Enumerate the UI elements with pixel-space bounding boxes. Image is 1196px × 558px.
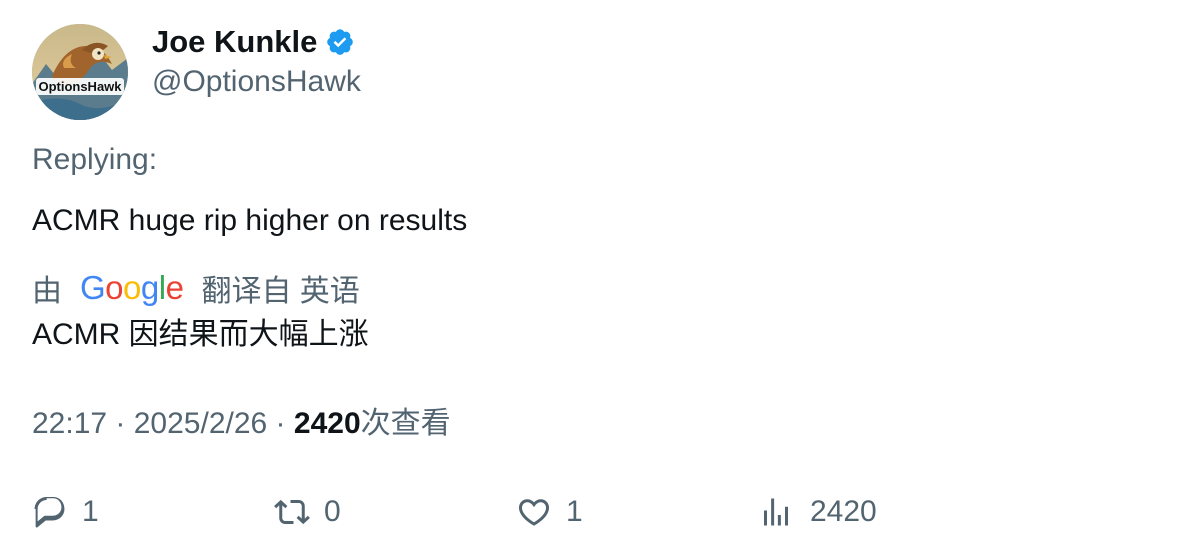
avatar-hawk-image: OptionsHawk — [32, 24, 128, 120]
author-handle[interactable]: @OptionsHawk — [152, 62, 361, 102]
replying-label: Replying: — [32, 143, 158, 176]
like-button[interactable]: 1 — [516, 490, 583, 534]
translated-text: ACMR 因结果而大幅上涨 — [32, 318, 369, 351]
avatar-brand-text: OptionsHawk — [38, 79, 122, 94]
translation-attribution: 由 Google 翻译自 英语 — [32, 267, 360, 309]
reply-count: 1 — [82, 495, 99, 528]
views-button[interactable]: 2420 — [758, 490, 877, 534]
verified-badge-icon — [327, 29, 354, 55]
translated-by-label: 由 — [32, 275, 62, 308]
views-count: 2420 — [293, 407, 361, 440]
retweet-count: 0 — [324, 495, 341, 528]
google-logo[interactable]: Google — [80, 267, 184, 309]
tweet-text: ACMR huge rip higher on results — [32, 204, 468, 237]
like-count: 1 — [566, 495, 583, 528]
action-bar: 1 0 1 2420 — [0, 490, 1196, 534]
reply-button[interactable]: 1 — [32, 490, 99, 534]
translated-from-label: 翻译自 英语 — [201, 275, 360, 308]
author-name-text[interactable]: Joe Kunkle — [152, 22, 317, 62]
reply-icon — [34, 497, 65, 528]
tweet-date[interactable]: 2025/2/26 — [134, 407, 267, 440]
author-name[interactable]: Joe Kunkle — [152, 22, 355, 62]
meta-separator: · — [267, 407, 294, 440]
retweet-icon — [274, 499, 310, 525]
views-label: 次查看 — [360, 407, 451, 440]
meta-separator: · — [107, 407, 134, 440]
tweet-time[interactable]: 22:17 — [32, 407, 107, 440]
bar-chart-icon — [764, 498, 788, 526]
tweet-metadata: 22:17 · 2025/2/26 · 2420次查看 — [32, 404, 451, 444]
retweet-button[interactable]: 0 — [274, 490, 341, 534]
views-action-count: 2420 — [810, 495, 877, 528]
heart-icon — [518, 499, 550, 526]
avatar[interactable]: OptionsHawk — [32, 24, 128, 120]
